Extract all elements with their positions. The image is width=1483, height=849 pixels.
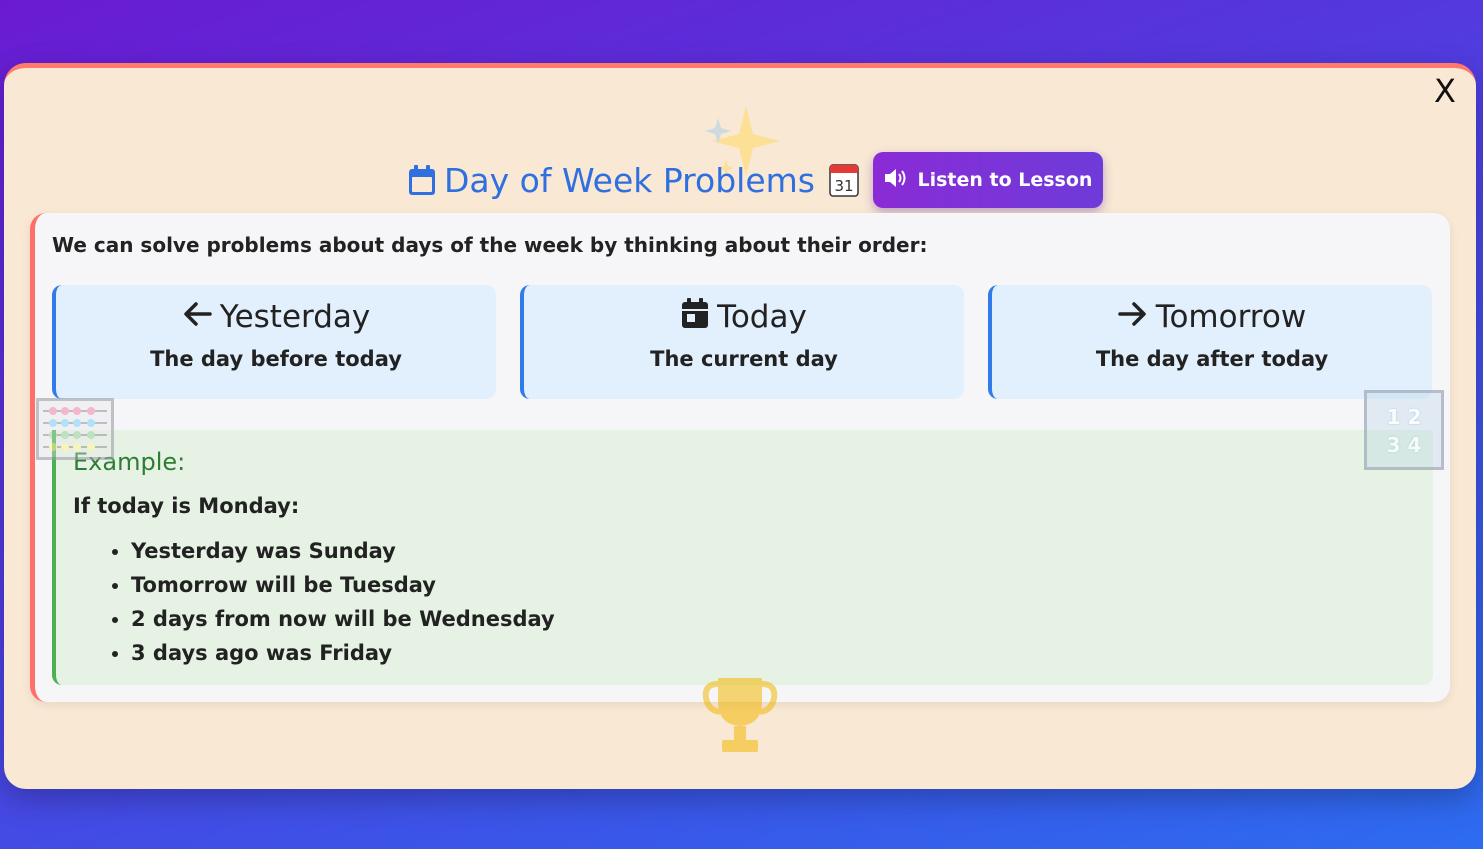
day-description: The day before today: [150, 347, 402, 371]
example-box: Example: If today is Monday: Yesterday w…: [52, 430, 1433, 685]
day-heading: Yesterday: [219, 299, 371, 335]
list-item: Tomorrow will be Tuesday: [131, 568, 555, 602]
day-heading: Today: [717, 299, 807, 335]
list-item: 2 days from now will be Wednesday: [131, 602, 555, 636]
day-heading: Tomorrow: [1155, 299, 1307, 335]
numbers-row: 3 4: [1386, 433, 1422, 457]
modal-header: Day of Week Problems 31 Listen to Lesson: [408, 152, 1103, 208]
page-title: Day of Week Problems: [444, 160, 815, 200]
yesterday-card: Yesterday The day before today: [52, 285, 496, 399]
tomorrow-card: Tomorrow The day after today: [988, 285, 1432, 399]
arrow-left-icon: [182, 299, 212, 335]
list-item: Yesterday was Sunday: [131, 534, 555, 568]
example-intro: If today is Monday:: [73, 494, 300, 518]
arrow-right-icon: [1118, 299, 1148, 335]
listen-button-label: Listen to Lesson: [917, 169, 1093, 191]
trophy-icon: [700, 672, 780, 758]
listen-to-lesson-button[interactable]: Listen to Lesson: [872, 152, 1103, 208]
abacus-icon: [36, 398, 114, 460]
numbers-tile-icon: 1 2 3 4: [1364, 390, 1444, 470]
calendar-emoji-icon: 31: [829, 163, 859, 197]
example-list: Yesterday was Sunday Tomorrow will be Tu…: [73, 534, 555, 670]
close-button[interactable]: X: [1430, 74, 1460, 108]
calendar-icon: [408, 164, 436, 196]
day-description: The current day: [650, 347, 838, 371]
calendar-day-icon: [681, 297, 709, 337]
day-description: The day after today: [1095, 347, 1329, 371]
lesson-card: We can solve problems about days of the …: [30, 213, 1450, 702]
numbers-row: 1 2: [1386, 405, 1422, 429]
lesson-intro: We can solve problems about days of the …: [52, 233, 928, 257]
speaker-icon: [883, 167, 909, 194]
today-card: Today The current day: [520, 285, 964, 399]
list-item: 3 days ago was Friday: [131, 636, 555, 670]
calendar-emoji-number: 31: [834, 177, 853, 195]
